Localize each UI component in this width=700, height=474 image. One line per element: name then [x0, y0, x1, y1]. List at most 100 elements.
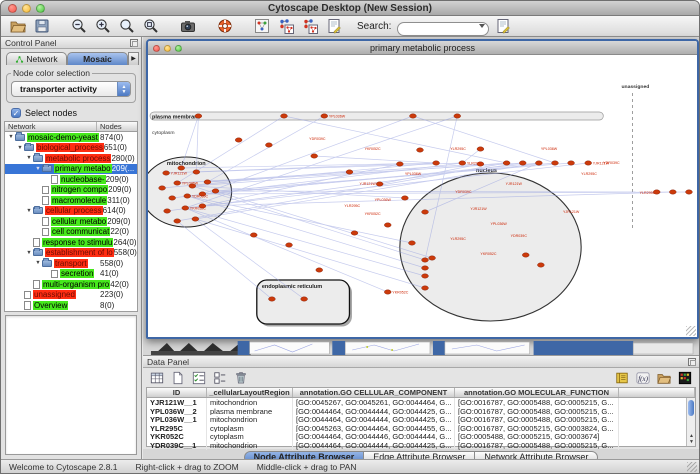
network-tree-row[interactable]: response to stimulu264(0)	[5, 237, 137, 248]
select-attributes-button[interactable]	[190, 370, 208, 386]
attribute-cell[interactable]: YDR039C__1	[147, 441, 207, 450]
formula-builder-button[interactable]	[634, 370, 652, 386]
snapshot-button[interactable]	[177, 17, 198, 36]
expand-arrow-icon[interactable]: ▼	[25, 208, 33, 214]
network-node[interactable]	[235, 138, 242, 142]
column-id[interactable]: ID	[147, 388, 207, 397]
open-session-button[interactable]	[7, 17, 28, 36]
network-node[interactable]	[268, 297, 275, 301]
network-node[interactable]	[195, 114, 202, 118]
attribute-grid-button[interactable]	[148, 370, 166, 386]
network-node[interactable]	[321, 114, 328, 118]
network-tree-row[interactable]: nucleobase-209(0)	[5, 174, 137, 185]
attribute-cell[interactable]: mitochondrion	[207, 398, 293, 407]
attribute-cell[interactable]: YPL036W__1	[147, 415, 207, 424]
network-node[interactable]	[311, 154, 318, 158]
network-node[interactable]	[174, 219, 181, 223]
network-node[interactable]	[286, 243, 293, 247]
tab-network[interactable]: Network	[6, 52, 67, 65]
network-tree-row[interactable]: multi-organism pro42(0)	[5, 279, 137, 290]
attribute-cell[interactable]: [GO:0045267, GO:0045261, GO:0044464, G..…	[293, 398, 455, 407]
help-button[interactable]	[214, 17, 235, 36]
attribute-row[interactable]: YKR052Ccytoplasm[GO:0044464, GO:0044446,…	[147, 432, 695, 441]
attribute-cell[interactable]: mitochondrion	[207, 441, 293, 450]
network-node[interactable]	[401, 196, 408, 200]
view-close-button[interactable]	[153, 45, 160, 52]
attribute-row[interactable]: YPL036W__1mitochondrion[GO:0044464, GO:0…	[147, 415, 695, 424]
network-node[interactable]	[174, 181, 181, 185]
search-config-button[interactable]	[492, 17, 513, 36]
attribute-row[interactable]: YPL036W__2plasma membrane[GO:0044464, GO…	[147, 407, 695, 416]
attribute-row[interactable]: YLR295Ccytoplasm[GO:0045263, GO:0044464,…	[147, 424, 695, 433]
network-node[interactable]	[459, 161, 466, 165]
delete-attribute-button[interactable]	[232, 370, 250, 386]
zoom-in-button[interactable]	[92, 17, 113, 36]
network-tree-row[interactable]: ▼mosaic-demo-yeast874(0)	[5, 132, 137, 143]
network-node[interactable]	[417, 148, 424, 152]
column-molecular-function[interactable]: annotation.GO MOLECULAR_FUNCTION	[455, 388, 619, 397]
plasma-membrane-region[interactable]	[150, 112, 603, 120]
expand-arrow-icon[interactable]: ▼	[34, 260, 42, 266]
network-node[interactable]	[669, 190, 676, 194]
search-input[interactable]	[397, 22, 489, 36]
network-node[interactable]	[422, 258, 429, 262]
network-node[interactable]	[585, 161, 592, 165]
attribute-cell[interactable]: [GO:0045263, GO:0044464, GO:0044455, G..…	[293, 424, 455, 433]
expand-arrow-icon[interactable]: ▼	[34, 166, 42, 172]
network-tree-row[interactable]: macromolecule311(0)	[5, 195, 137, 206]
network-tree-row[interactable]: ▼primary metabo209(...	[5, 164, 137, 175]
network-node[interactable]	[454, 114, 461, 118]
expand-arrow-icon[interactable]: ▼	[7, 134, 15, 140]
view-minimize-button[interactable]	[164, 45, 171, 52]
new-attribute-button[interactable]	[169, 370, 187, 386]
network-node[interactable]	[422, 266, 429, 270]
expand-arrow-icon[interactable]: ▼	[16, 145, 24, 151]
scrollbar-thumb[interactable]	[688, 400, 694, 416]
save-session-button[interactable]	[31, 17, 52, 36]
attribute-cell[interactable]: YPL036W__2	[147, 407, 207, 416]
network-node[interactable]	[164, 209, 171, 213]
network-node[interactable]	[396, 162, 403, 166]
network-node[interactable]	[281, 114, 288, 118]
zoom-out-button[interactable]	[68, 17, 89, 36]
network-manager-button[interactable]	[251, 17, 272, 36]
network-node[interactable]	[503, 161, 510, 165]
network-node[interactable]	[410, 114, 417, 118]
window-resize-grip[interactable]	[687, 462, 697, 472]
network-node[interactable]	[433, 161, 440, 165]
network-canvas[interactable]: plasma membrane cytoplasm unassigned mit…	[148, 55, 697, 337]
network-node[interactable]	[568, 161, 575, 165]
network-tree-row[interactable]: cellular metabo209(0)	[5, 216, 137, 227]
attribute-book-button[interactable]	[613, 370, 631, 386]
network-node[interactable]	[686, 190, 693, 194]
attribute-cell[interactable]: cytoplasm	[207, 424, 293, 433]
view-zoom-button[interactable]	[175, 45, 182, 52]
network-node[interactable]	[552, 161, 559, 165]
dropdown-stepper-icon[interactable]: ▲▼	[117, 82, 130, 96]
float-panel-icon[interactable]	[688, 358, 696, 366]
network-node[interactable]	[184, 194, 191, 198]
attribute-cell[interactable]: [GO:0016787, GO:0005488, GO:0005215, G..…	[455, 398, 619, 407]
network-tree-row[interactable]: ▼cellular process614(0)	[5, 206, 137, 217]
network-node[interactable]	[265, 143, 272, 147]
network-node[interactable]	[537, 263, 544, 267]
close-button[interactable]	[8, 4, 17, 13]
network-node[interactable]	[519, 161, 526, 165]
attribute-cell[interactable]: [GO:0044464, GO:0044444, GO:0044425, G..…	[293, 415, 455, 424]
birdseye-view[interactable]	[5, 315, 137, 455]
zoom-fit-button[interactable]	[140, 17, 161, 36]
attribute-cell[interactable]: [GO:0016787, GO:0005488, GO:0005215, G..…	[455, 441, 619, 450]
zoom-selected-button[interactable]	[116, 17, 137, 36]
network-tree-row[interactable]: unassigned223(0)	[5, 290, 137, 301]
network-node[interactable]	[384, 223, 391, 227]
attribute-cell[interactable]: plasma membrane	[207, 407, 293, 416]
attribute-cell[interactable]: YJR121W__1	[147, 398, 207, 407]
network-node[interactable]	[159, 186, 166, 190]
attribute-row[interactable]: YJR121W__1mitochondrion[GO:0045267, GO:0…	[147, 398, 695, 407]
attribute-cell[interactable]: [GO:0016787, GO:0005215, GO:0003824, G..…	[455, 424, 619, 433]
network-node[interactable]	[316, 268, 323, 272]
network-node[interactable]	[384, 290, 391, 294]
tab-mosaic[interactable]: Mosaic	[67, 52, 128, 65]
view-resize-grip[interactable]	[686, 326, 696, 336]
network-node[interactable]	[250, 233, 257, 237]
